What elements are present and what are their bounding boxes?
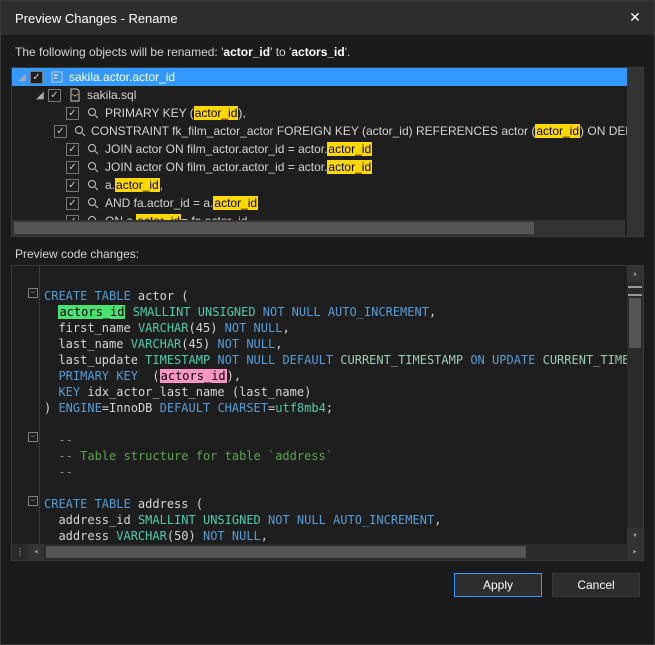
tree-item[interactable]: ✓ JOIN actor ON film_actor.actor_id = act… xyxy=(12,158,643,176)
item-icon xyxy=(49,70,65,84)
close-button[interactable]: ✕ xyxy=(626,9,644,27)
item-label: sakila.actor.actor_id xyxy=(69,70,175,84)
dialog-buttons: Apply Cancel xyxy=(1,561,654,609)
tree-item[interactable]: ✓ JOIN actor ON film_actor.actor_id = act… xyxy=(12,140,643,158)
code-vertical-scrollbar[interactable]: ▴ ▾ xyxy=(627,266,643,544)
tree-item[interactable]: ◢✓ sakila.actor.actor_id xyxy=(12,68,643,86)
item-label: CONSTRAINT fk_film_actor_actor FOREIGN K… xyxy=(91,124,643,138)
code-preview: − − − CREATE TABLE actor ( actors_id SMA… xyxy=(11,265,644,561)
code-horizontal-scrollbar[interactable]: ⁞ ◂ ▸ xyxy=(12,544,643,560)
cancel-button[interactable]: Cancel xyxy=(552,573,640,597)
tree-horizontal-scrollbar[interactable] xyxy=(12,220,625,236)
checkbox[interactable]: ✓ xyxy=(54,125,67,138)
item-label: JOIN actor ON film_actor.actor_id = acto… xyxy=(105,142,372,156)
fold-icon[interactable]: − xyxy=(28,288,38,298)
changes-tree: ◢✓sakila.actor.actor_id◢✓sakila.sql✓PRIM… xyxy=(11,67,644,237)
item-label: a.actor_id, xyxy=(105,178,163,192)
preview-label: Preview code changes: xyxy=(1,243,654,265)
fold-icon[interactable]: − xyxy=(28,432,38,442)
window-title: Preview Changes - Rename xyxy=(15,11,626,26)
rename-description: The following objects will be renamed: '… xyxy=(1,35,654,67)
apply-button[interactable]: Apply xyxy=(454,573,542,597)
tree-item[interactable]: ✓ a.actor_id, xyxy=(12,176,643,194)
item-label: PRIMARY KEY (actor_id), xyxy=(105,106,246,120)
item-label: JOIN actor ON film_actor.actor_id = acto… xyxy=(105,160,372,174)
code-body[interactable]: CREATE TABLE actor ( actors_id SMALLINT … xyxy=(44,272,625,544)
tree-item[interactable]: ✓ AND fa.actor_id = a.actor_id xyxy=(12,194,643,212)
checkbox[interactable]: ✓ xyxy=(48,89,61,102)
item-icon xyxy=(85,160,101,174)
tree-vertical-scrollbar[interactable] xyxy=(627,68,643,236)
expander-icon[interactable]: ◢ xyxy=(16,72,28,83)
tree-item[interactable]: ◢✓ sakila.sql xyxy=(12,86,643,104)
tree-item[interactable]: ✓ PRIMARY KEY (actor_id), xyxy=(12,104,643,122)
item-icon xyxy=(85,142,101,156)
checkbox[interactable]: ✓ xyxy=(30,71,43,84)
checkbox[interactable]: ✓ xyxy=(66,161,79,174)
item-label: AND fa.actor_id = a.actor_id xyxy=(105,196,258,210)
fold-icon[interactable]: − xyxy=(28,496,38,506)
checkbox[interactable]: ✓ xyxy=(66,197,79,210)
item-icon xyxy=(73,124,87,138)
tree-item[interactable]: ✓ CONSTRAINT fk_film_actor_actor FOREIGN … xyxy=(12,122,643,140)
item-label: sakila.sql xyxy=(87,88,136,102)
split-grip-icon[interactable]: ⁞ xyxy=(12,545,28,560)
checkbox[interactable]: ✓ xyxy=(66,107,79,120)
code-gutter: − − − xyxy=(12,266,40,544)
item-icon xyxy=(67,88,83,102)
item-icon xyxy=(85,106,101,120)
checkbox[interactable]: ✓ xyxy=(66,179,79,192)
item-icon xyxy=(85,178,101,192)
tree-item[interactable]: ✓ON a.actor_id = fa.actor_id xyxy=(12,212,643,220)
item-icon xyxy=(85,196,101,210)
expander-icon[interactable]: ◢ xyxy=(34,90,46,101)
checkbox[interactable]: ✓ xyxy=(66,143,79,156)
title-bar: Preview Changes - Rename ✕ xyxy=(1,1,654,35)
